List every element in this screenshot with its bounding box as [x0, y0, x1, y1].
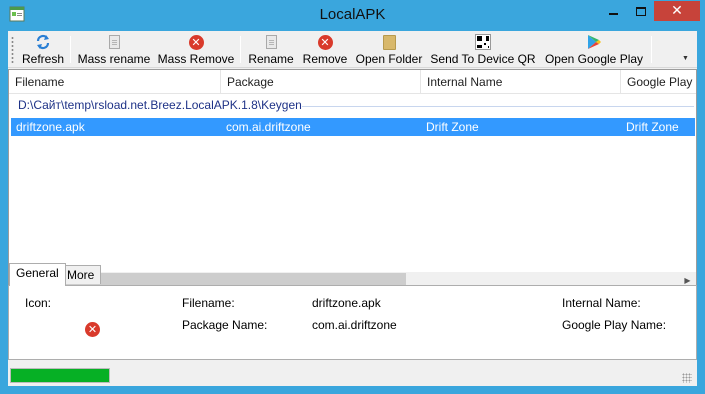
error-icon: ✕ [188, 34, 204, 50]
refresh-label: Refresh [21, 52, 65, 66]
mass-rename-label: Mass rename [77, 52, 151, 66]
maximize-icon [635, 6, 646, 16]
refresh-icon [35, 34, 51, 50]
apk-list-view[interactable]: Filename Package Internal Name Google Pl… [8, 69, 697, 290]
cell-google-play-name: Drift Zone [626, 120, 679, 134]
filename-value: driftzone.apk [312, 296, 381, 310]
open-google-play-button[interactable]: Open Google Play [542, 33, 646, 66]
package-name-label: Package Name: [182, 318, 268, 332]
send-to-device-qr-label: Send To Device QR [430, 52, 536, 66]
remove-button[interactable]: ✕ Remove [300, 33, 350, 66]
group-header-path[interactable]: D:\Сайт\temp\rsload.net.Breez.LocalAPK.1… [18, 98, 302, 112]
column-header-package[interactable]: Package [221, 70, 421, 94]
toolbar-grip[interactable] [11, 36, 14, 63]
apk-error-icon: ✕ [85, 322, 100, 337]
cell-internal-name: Drift Zone [426, 120, 479, 134]
tab-general[interactable]: General [9, 263, 66, 286]
toolbar: Refresh Mass rename ✕ Mass Remove Rename… [8, 31, 697, 68]
package-name-value: com.ai.driftzone [312, 318, 397, 332]
document-icon [265, 35, 277, 49]
toolbar-overflow-button[interactable]: ▼ [682, 55, 691, 63]
send-to-device-qr-button[interactable]: Send To Device QR [430, 33, 536, 66]
google-play-name-label: Google Play Name: [562, 318, 667, 332]
folder-icon [382, 34, 396, 50]
open-folder-label: Open Folder [355, 52, 423, 66]
cell-package: com.ai.driftzone [226, 120, 311, 134]
table-row[interactable]: driftzone.apk com.ai.driftzone Drift Zon… [11, 118, 695, 136]
maximize-button[interactable] [627, 1, 654, 21]
column-header-filename[interactable]: Filename [9, 70, 221, 94]
minimize-button[interactable] [600, 1, 627, 21]
minimize-icon [609, 13, 618, 15]
resize-grip[interactable] [682, 373, 692, 383]
cell-filename: driftzone.apk [16, 120, 85, 134]
mass-remove-button[interactable]: ✕ Mass Remove [158, 33, 234, 66]
open-google-play-label: Open Google Play [544, 52, 644, 66]
rename-label: Rename [248, 52, 294, 66]
mass-remove-label: Mass Remove [157, 52, 235, 66]
details-tabs: General More [8, 263, 697, 286]
toolbar-separator [651, 36, 652, 63]
qr-code-icon [475, 34, 491, 50]
column-header-google-play-name[interactable]: Google Play Na [621, 70, 696, 94]
mass-rename-button[interactable]: Mass rename [76, 33, 152, 66]
progress-bar [10, 368, 110, 383]
remove-label: Remove [302, 52, 348, 66]
list-header: Filename Package Internal Name Google Pl… [9, 70, 696, 94]
icon-label: Icon: [25, 296, 52, 310]
google-play-icon [586, 34, 602, 50]
refresh-button[interactable]: Refresh [21, 33, 65, 66]
general-panel: Icon: ✕ Filename: driftzone.apk Package … [8, 285, 697, 360]
status-bar [8, 364, 697, 386]
app-window: LocalAPK ✕ Refresh Mass rename ✕ Mass Re… [0, 0, 705, 394]
progress-fill [11, 369, 109, 382]
group-divider [302, 106, 694, 107]
tab-more[interactable]: More [60, 265, 102, 284]
toolbar-separator [240, 36, 241, 63]
column-header-internal-name[interactable]: Internal Name [421, 70, 621, 94]
filename-label: Filename: [182, 296, 235, 310]
client-area: Refresh Mass rename ✕ Mass Remove Rename… [8, 31, 697, 386]
error-icon: ✕ [317, 34, 333, 50]
close-icon: ✕ [671, 3, 683, 19]
internal-name-label: Internal Name: [562, 296, 641, 310]
rename-button[interactable]: Rename [246, 33, 296, 66]
toolbar-separator [70, 36, 71, 63]
title-bar[interactable]: LocalAPK ✕ [0, 0, 705, 31]
close-button[interactable]: ✕ [654, 1, 700, 21]
document-icon [108, 35, 120, 49]
open-folder-button[interactable]: Open Folder [354, 33, 424, 66]
